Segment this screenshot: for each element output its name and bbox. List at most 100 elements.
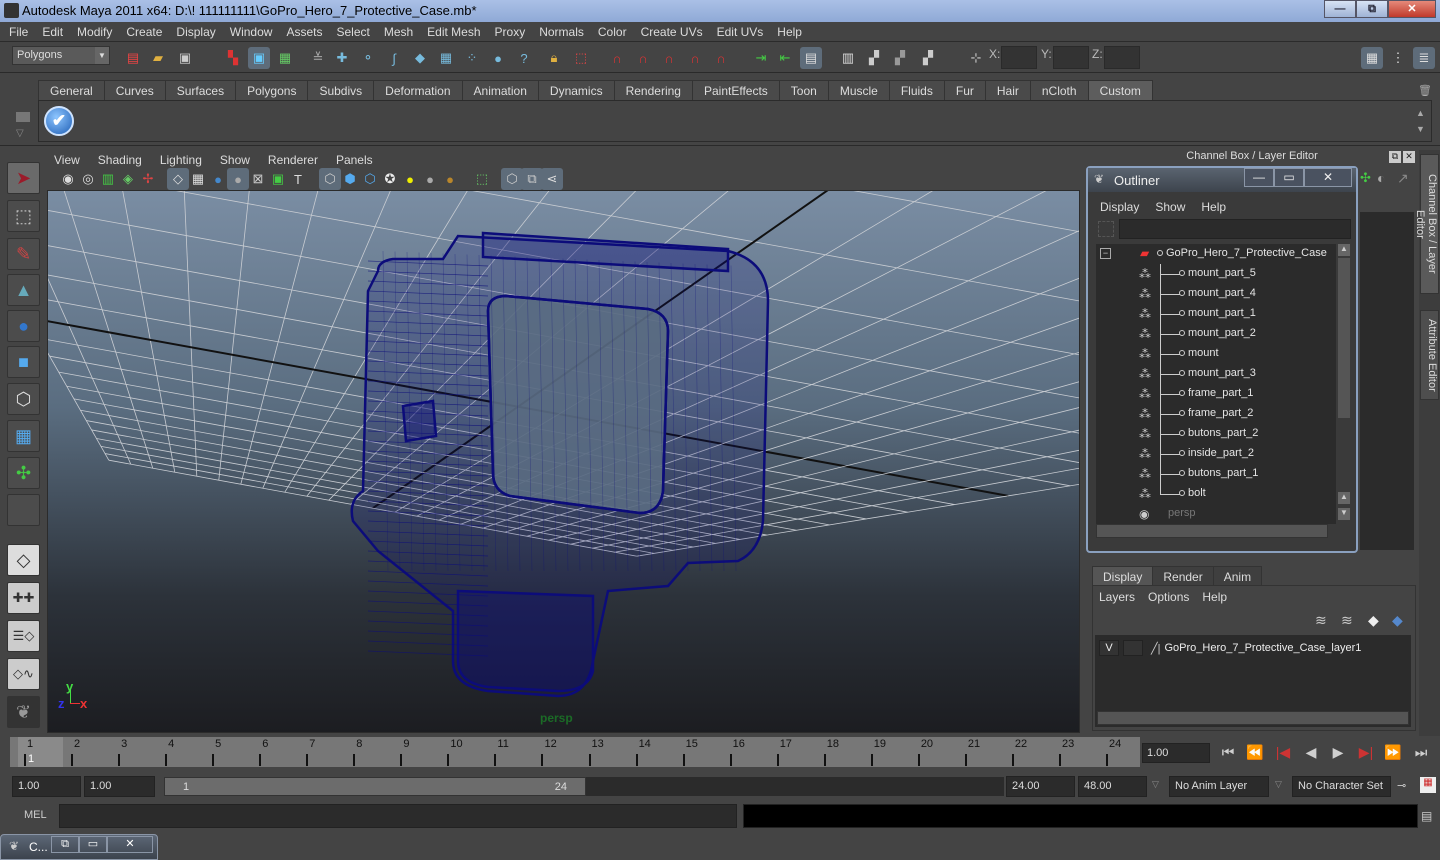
shelf-scroll-down-icon[interactable]: ▼ bbox=[1416, 124, 1425, 134]
z-input[interactable] bbox=[1104, 46, 1140, 69]
side-tab-channel-box[interactable]: Channel Box / Layer Editor bbox=[1414, 154, 1439, 294]
auto-key-icon[interactable]: ⊸ bbox=[1397, 779, 1406, 792]
grid-toggle-icon[interactable]: ◇ bbox=[167, 168, 189, 190]
manipulator-icon[interactable]: ✣ bbox=[1360, 170, 1371, 186]
play-forwards-button[interactable]: ▶ bbox=[1326, 744, 1350, 761]
universal-manipulator-icon[interactable]: ⬡ bbox=[7, 383, 40, 415]
select-dynamics-icon[interactable]: ⁘ bbox=[461, 47, 483, 69]
viewport-menu-lighting[interactable]: Lighting bbox=[160, 150, 202, 170]
viewport-menu-shading[interactable]: Shading bbox=[98, 150, 142, 170]
character-set-field[interactable]: No Character Set bbox=[1292, 776, 1391, 797]
select-joints-icon[interactable]: ⚬ bbox=[357, 47, 379, 69]
save-scene-icon[interactable]: ▣ bbox=[174, 47, 196, 69]
outliner-filter-input[interactable] bbox=[1119, 219, 1351, 239]
shelf-tab-muscle[interactable]: Muscle bbox=[827, 80, 890, 100]
outliner-item[interactable]: ⁂ mount_part_2 bbox=[1096, 324, 1336, 344]
shelf-tab-toon[interactable]: Toon bbox=[778, 80, 829, 100]
film-gate-icon[interactable]: ▦ bbox=[187, 168, 209, 190]
step-back-frame-button[interactable]: |◀ bbox=[1271, 744, 1295, 761]
move-layer-down-icon[interactable]: ≋ bbox=[1341, 612, 1353, 629]
menu-create[interactable]: Create bbox=[125, 22, 169, 41]
menu-modify[interactable]: Modify bbox=[76, 22, 119, 41]
select-by-object-icon[interactable]: ▣ bbox=[248, 47, 270, 69]
animation-end-field[interactable]: 48.00 bbox=[1078, 776, 1147, 797]
isolate-select-icon[interactable]: ⬡ bbox=[501, 168, 523, 190]
close-panel-icon[interactable]: ✕ bbox=[1403, 151, 1415, 163]
all-lights-icon[interactable]: ● bbox=[419, 168, 441, 190]
menu-window[interactable]: Window bbox=[229, 22, 280, 41]
menu-edit[interactable]: Edit bbox=[41, 22, 70, 41]
viewport-menu-show[interactable]: Show bbox=[220, 150, 250, 170]
scroll-thumb[interactable] bbox=[1338, 258, 1350, 418]
field-chart-icon[interactable]: ⊠ bbox=[247, 168, 269, 190]
shelf-tab-deformation[interactable]: Deformation bbox=[373, 80, 463, 100]
case-window[interactable] bbox=[486, 294, 670, 515]
menu-set-dropdown[interactable]: Polygons ▼ bbox=[12, 46, 110, 65]
outliner-title-bar[interactable]: ❦ Outliner — ▭ ✕ bbox=[1088, 168, 1356, 192]
scroll-down-icon[interactable]: ▼ bbox=[1338, 508, 1350, 520]
shelf-tab-painteffects[interactable]: PaintEffects bbox=[691, 80, 780, 100]
outliner-root-item[interactable]: − ▰ GoPro_Hero_7_Protective_Case bbox=[1096, 244, 1336, 264]
default-lighting-icon[interactable]: ● bbox=[399, 168, 421, 190]
minimize-button[interactable]: — bbox=[1324, 0, 1356, 18]
shelf-tab-ncloth[interactable]: nCloth bbox=[1029, 80, 1089, 100]
minimized-maximize-button[interactable]: ▭ bbox=[79, 836, 107, 853]
gate-mask-icon[interactable]: ● bbox=[227, 168, 249, 190]
step-forward-key-button[interactable]: ⏩ bbox=[1381, 744, 1405, 761]
menu-assets[interactable]: Assets bbox=[285, 22, 329, 41]
perspective-viewport[interactable]: y x z persp bbox=[47, 190, 1080, 733]
shelf-options-triangle-icon[interactable]: ▽ bbox=[16, 128, 24, 139]
outliner-camera-item[interactable]: ◉ persp bbox=[1096, 504, 1336, 524]
outliner-item[interactable]: ⁂ mount_part_5 bbox=[1096, 264, 1336, 284]
soft-mod-tool-icon[interactable]: ▦ bbox=[7, 420, 40, 452]
smooth-shading-icon[interactable]: ⬢ bbox=[339, 168, 361, 190]
shelf-tab-polygons[interactable]: Polygons bbox=[235, 80, 309, 100]
outliner-item[interactable]: ⁂ inside_part_2 bbox=[1096, 444, 1336, 464]
menu-mesh[interactable]: Mesh bbox=[383, 22, 420, 41]
maya-logo-icon[interactable]: ❦ bbox=[7, 696, 40, 728]
mount-base[interactable] bbox=[456, 589, 595, 693]
new-layer-from-selection-icon[interactable]: ◆ bbox=[1392, 612, 1403, 629]
animation-start-field[interactable]: 1.00 bbox=[12, 776, 81, 797]
shelf-tab-custom[interactable]: Custom bbox=[1087, 80, 1153, 100]
scale-tool-icon[interactable]: ■ bbox=[7, 346, 40, 378]
rotate-tool-icon[interactable]: ● bbox=[7, 310, 40, 342]
single-perspective-layout-icon[interactable]: ◇ bbox=[7, 544, 40, 576]
outliner-item[interactable]: ⁂ frame_part_1 bbox=[1096, 384, 1336, 404]
close-button[interactable]: ✕ bbox=[1388, 0, 1436, 18]
checkmark-shelf-button[interactable]: ✔ bbox=[44, 106, 74, 136]
xray-icon[interactable]: ⧉ bbox=[521, 168, 543, 190]
outliner-menu-help[interactable]: Help bbox=[1201, 200, 1226, 214]
layer-row[interactable]: V ╱| GoPro_Hero_7_Protective_Case_layer1 bbox=[1099, 639, 1361, 657]
minimized-restore-button[interactable]: ⧉ bbox=[51, 836, 79, 853]
outliner-item[interactable]: ⁂ mount_part_4 bbox=[1096, 284, 1336, 304]
select-tool-icon[interactable]: ➤ bbox=[7, 162, 40, 194]
render-view-icon[interactable]: ▥ bbox=[837, 47, 859, 69]
move-layer-up-icon[interactable]: ≋ bbox=[1315, 612, 1327, 629]
persp-graph-layout-icon[interactable]: ◇∿ bbox=[7, 658, 40, 690]
outliner-item[interactable]: ⁂ butons_part_1 bbox=[1096, 464, 1336, 484]
outliner-horizontal-scrollbar[interactable] bbox=[1096, 524, 1328, 538]
select-rendering-icon[interactable]: ● bbox=[487, 47, 509, 69]
outliner-maximize-button[interactable]: ▭ bbox=[1274, 168, 1304, 187]
select-handles-icon[interactable]: ✚ bbox=[331, 47, 353, 69]
viewport-menu-renderer[interactable]: Renderer bbox=[268, 150, 318, 170]
menu-proxy[interactable]: Proxy bbox=[494, 22, 533, 41]
menu-display[interactable]: Display bbox=[175, 22, 222, 41]
channel-box-toggle-icon[interactable]: ≣ bbox=[1413, 47, 1435, 69]
layer-color-swatch[interactable]: ╱| bbox=[1151, 642, 1160, 655]
menu-edit-uvs[interactable]: Edit UVs bbox=[716, 22, 771, 41]
y-input[interactable] bbox=[1053, 46, 1089, 69]
menu-select[interactable]: Select bbox=[335, 22, 376, 41]
select-deformations-icon[interactable]: ▦ bbox=[435, 47, 457, 69]
layer-menu-layers[interactable]: Layers bbox=[1099, 590, 1135, 604]
minimized-window[interactable]: ❦ C... ⧉ ▭ ✕ bbox=[0, 834, 158, 860]
lock-selection-icon[interactable]: 🔒︎ bbox=[543, 47, 565, 69]
time-slider[interactable]: 1 1 2 3 4 5 6 7 8 9 10 11 12 13 14 15 16 17 18 19 20 21 22 23 2… bbox=[10, 737, 1140, 767]
transform-input-icon[interactable]: ⊹ bbox=[965, 47, 987, 69]
shelf-tab-subdivs[interactable]: Subdivs bbox=[307, 80, 375, 100]
outliner-item[interactable]: ⁂ butons_part_2 bbox=[1096, 424, 1336, 444]
go-to-start-button[interactable]: ⏮ bbox=[1216, 744, 1240, 761]
menu-normals[interactable]: Normals bbox=[538, 22, 591, 41]
scene-canvas[interactable] bbox=[48, 191, 1080, 733]
